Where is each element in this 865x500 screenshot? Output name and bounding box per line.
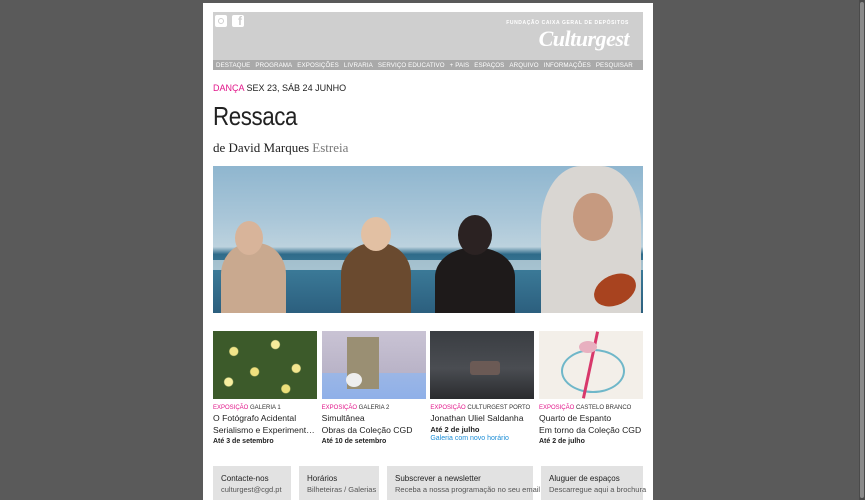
card-tag: EXPOSIÇÃO GALERIA 2 [322, 405, 426, 411]
nav-pesquisar[interactable]: PESQUISAR [596, 62, 633, 69]
nav-arquivo[interactable]: ARQUIVO [509, 62, 538, 69]
performer-3 [435, 248, 515, 313]
card-thumbnail[interactable] [430, 331, 535, 399]
footer-rentals[interactable]: Aluguer de espaços Descarregue aqui a br… [541, 466, 647, 500]
footer-hours[interactable]: Horários Bilheteiras / Galerias [299, 466, 379, 500]
footer-sub: Bilheteiras / Galerias [307, 485, 377, 494]
card-subtitle: Obras da Coleção CGD [321, 425, 413, 435]
performer-2 [341, 243, 411, 313]
nav-pais[interactable]: + PAIS [450, 62, 470, 69]
culturgest-logo[interactable]: Culturgest [539, 26, 630, 52]
nav-informacoes[interactable]: INFORMAÇÕES [544, 62, 591, 69]
event-meta: DANÇA SEX 23, SÁB 24 JUNHO [213, 83, 346, 93]
card-location: GALERIA 1 [250, 405, 281, 411]
card-tag: EXPOSIÇÃO GALERIA 1 [213, 405, 317, 411]
performer-1-head [235, 221, 263, 255]
facebook-icon[interactable] [232, 14, 244, 28]
footer-sub: Receba a nossa programação no seu email [395, 485, 541, 494]
footer-newsletter[interactable]: Subscrever a newsletter Receba a nossa p… [387, 466, 541, 500]
card-category: EXPOSIÇÃO [321, 405, 357, 411]
footer-contact[interactable]: Contacte-nos culturgest@cgd.pt [213, 466, 291, 500]
event-tag: Estreia [312, 140, 349, 155]
nav-destaque[interactable]: DESTAQUE [216, 62, 250, 69]
card-thumbnail[interactable] [321, 331, 426, 399]
header-banner: FUNDAÇÃO CAIXA GERAL DE DEPÓSITOS Cultur… [213, 12, 643, 62]
skull-shape [345, 373, 362, 387]
card-location: CASTELO BRANCO [575, 405, 632, 411]
main-nav: DESTAQUE PROGRAMA EXPOSIÇÕES LIVRARIA SE… [213, 60, 643, 70]
card-note-link[interactable]: Galeria com novo horário [430, 435, 534, 442]
card-title[interactable]: Jonathan Uliel Saldanha [430, 413, 534, 423]
card-subtitle: Em torno da Coleção CGD [538, 425, 642, 435]
card-category: EXPOSIÇÃO [538, 405, 575, 411]
exhibition-card[interactable]: EXPOSIÇÃO GALERIA 1 O Fotógrafo Acidenta… [213, 331, 317, 445]
card-category: EXPOSIÇÃO [213, 405, 249, 411]
nav-programa[interactable]: PROGRAMA [255, 62, 292, 69]
footer-heading: Aluguer de espaços [549, 474, 620, 483]
exhibition-card[interactable]: EXPOSIÇÃO CASTELO BRANCO Quarto de Espan… [538, 331, 643, 445]
event-byline: de David Marques Estreia [213, 140, 348, 156]
event-dates: SEX 23, SÁB 24 JUNHO [246, 83, 347, 93]
event-title[interactable]: Ressaca [213, 101, 297, 132]
card-tag: EXPOSIÇÃO CULTURGEST PORTO [430, 405, 534, 411]
nav-livraria[interactable]: LIVRARIA [344, 62, 373, 69]
card-date: Até 2 de julho [538, 438, 585, 445]
footer-heading: Horários [307, 474, 338, 483]
card-thumbnail[interactable] [213, 331, 317, 399]
footer-heading: Contacte-nos [221, 474, 269, 483]
card-date: Até 3 de setembro [213, 438, 274, 445]
performer-2-head [361, 217, 391, 251]
instagram-icon[interactable] [215, 15, 227, 27]
scrollbar-thumb[interactable] [860, 2, 864, 498]
newsletter-page: FUNDAÇÃO CAIXA GERAL DE DEPÓSITOS Cultur… [203, 3, 653, 500]
performer-4-head [573, 193, 613, 241]
nav-servico-educativo[interactable]: SERVIÇO EDUCATIVO [378, 62, 445, 69]
footer-sub[interactable]: culturgest@cgd.pt [221, 485, 283, 494]
card-thumbnail[interactable] [538, 331, 643, 399]
card-date: Até 10 de setembro [321, 438, 387, 445]
nav-espacos[interactable]: ESPAÇOS [474, 62, 504, 69]
exhibition-card[interactable]: EXPOSIÇÃO CULTURGEST PORTO Jonathan Ulie… [430, 331, 535, 445]
event-category[interactable]: DANÇA [213, 83, 244, 93]
footer-links: Contacte-nos culturgest@cgd.pt Horários … [213, 466, 647, 500]
card-title[interactable]: Quarto de Espanto [539, 413, 643, 423]
exhibition-card[interactable]: EXPOSIÇÃO GALERIA 2 Simultânea Obras da … [321, 331, 426, 445]
card-location: CULTURGEST PORTO [467, 405, 531, 411]
social-links [215, 14, 244, 28]
event-author: de David Marques [213, 140, 310, 155]
hero-image[interactable] [213, 166, 643, 313]
card-tag: EXPOSIÇÃO CASTELO BRANCO [539, 405, 643, 411]
blob-shape [578, 341, 597, 353]
performer-3-head [458, 215, 492, 255]
footer-heading: Subscrever a newsletter [395, 474, 481, 483]
card-title[interactable]: Simultânea [322, 413, 426, 423]
card-subtitle: Até 2 de julho [430, 425, 480, 434]
scrollbar-track[interactable] [859, 0, 865, 500]
nav-exposicoes[interactable]: EXPOSIÇÕES [297, 62, 339, 69]
card-title[interactable]: O Fotógrafo Acidental [213, 413, 317, 423]
figures-group [470, 361, 501, 375]
card-category: EXPOSIÇÃO [430, 405, 466, 411]
exhibition-cards: EXPOSIÇÃO GALERIA 1 O Fotógrafo Acidenta… [213, 331, 643, 445]
footer-sub: Descarregue aqui a brochura [549, 485, 647, 494]
card-location: GALERIA 2 [358, 405, 390, 411]
card-subtitle: Serialismo e Experimentação... [213, 425, 317, 435]
